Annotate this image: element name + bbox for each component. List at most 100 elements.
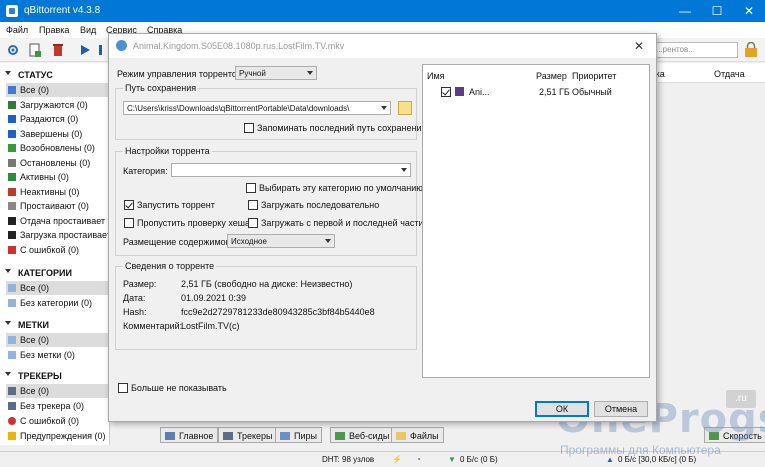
filter-icon bbox=[8, 202, 16, 210]
menu-edit[interactable]: Правка bbox=[39, 25, 69, 35]
status-item[interactable]: Активны (0) bbox=[6, 170, 108, 184]
add-file-icon[interactable] bbox=[28, 43, 42, 57]
minimize-button[interactable]: — bbox=[669, 0, 701, 22]
status-item[interactable]: Загружаются (0) bbox=[6, 98, 108, 112]
tab-peers[interactable]: Пиры bbox=[275, 427, 322, 443]
watermark-badge: .ru bbox=[726, 390, 756, 408]
folder-icon bbox=[8, 336, 16, 344]
file-priority[interactable]: Обычный bbox=[572, 87, 612, 97]
video-file-icon bbox=[455, 87, 464, 96]
dont-show-again-checkbox[interactable] bbox=[118, 383, 128, 393]
tab-trackers[interactable]: Трекеры bbox=[218, 427, 278, 443]
tab-webseeds[interactable]: Веб-сиды bbox=[330, 427, 395, 443]
torrent-search-input[interactable]: ...рентов... bbox=[652, 42, 738, 58]
tag-item-untagged[interactable]: Без метки (0) bbox=[6, 348, 108, 362]
status-item[interactable]: Отдача простаивает (0) bbox=[6, 214, 108, 228]
folder-icon bbox=[396, 432, 406, 440]
tab-files[interactable]: Файлы bbox=[391, 427, 444, 443]
pause-icon bbox=[8, 158, 16, 167]
chevron-down-icon bbox=[5, 71, 11, 75]
status-item-label: Остановлены (0) bbox=[20, 157, 91, 168]
file-list-panel: Имя Размер Приоритет Ani... 2,51 ГБ Обыч… bbox=[422, 64, 650, 378]
sidebar: СТАТУС Все (0) Загружаются (0) Раздаются (… bbox=[0, 63, 110, 445]
maximize-button[interactable]: ☐ bbox=[701, 0, 733, 22]
trackers-section-header[interactable]: ТРЕКЕРЫ bbox=[0, 369, 110, 383]
sequential-checkbox[interactable] bbox=[248, 200, 258, 210]
status-item[interactable]: Остановлены (0) bbox=[6, 156, 108, 170]
skip-hash-checkbox[interactable] bbox=[124, 218, 134, 228]
save-path-input[interactable]: C:\Users\kriss\Downloads\qBittorrentPort… bbox=[123, 101, 391, 115]
status-section-header[interactable]: СТАТУС bbox=[0, 68, 110, 82]
error-icon bbox=[8, 245, 16, 254]
resume-icon[interactable] bbox=[78, 43, 92, 57]
default-category-checkbox[interactable] bbox=[246, 183, 256, 193]
tracker-icon bbox=[223, 432, 233, 440]
connection-icon: ⚡ bbox=[392, 455, 402, 464]
info-hash-value: fcc9e2d2729781233de80943285c3bf84b5440e8 bbox=[181, 307, 375, 317]
torrent-info-title: Сведения о торренте bbox=[123, 261, 217, 271]
tracker-item-trackerless[interactable]: Без трекера (0) bbox=[6, 399, 108, 413]
file-size: 2,51 ГБ bbox=[539, 87, 570, 97]
status-item[interactable]: Неактивны (0) bbox=[6, 185, 108, 199]
column-upload[interactable]: Отдача bbox=[714, 69, 745, 79]
error-icon bbox=[8, 417, 16, 425]
status-item-label: Все (0) bbox=[20, 85, 50, 95]
dialog-close-button[interactable]: ✕ bbox=[629, 37, 649, 55]
tags-section-header[interactable]: МЕТКИ bbox=[0, 318, 110, 332]
column-priority[interactable]: Приоритет bbox=[572, 71, 616, 81]
category-label: Категория: bbox=[123, 166, 168, 176]
download-speed[interactable]: 0 Б/с (0 Б) bbox=[460, 455, 498, 464]
categories-section-header[interactable]: КАТЕГОРИИ bbox=[0, 266, 110, 280]
close-button[interactable]: ✕ bbox=[733, 0, 765, 22]
info-date-key: Дата: bbox=[123, 293, 146, 303]
cancel-button[interactable]: Отмена bbox=[594, 401, 648, 417]
menu-view[interactable]: Вид bbox=[80, 25, 96, 35]
remember-path-checkbox[interactable] bbox=[244, 123, 254, 133]
status-item[interactable]: Завершены (0) bbox=[6, 127, 108, 141]
dont-show-again-label: Больше не показывать bbox=[131, 383, 227, 393]
column-name[interactable]: Имя bbox=[427, 71, 445, 81]
status-item[interactable]: Загрузка простаивает (0) bbox=[6, 228, 108, 242]
status-item[interactable]: Все (0) bbox=[6, 83, 108, 97]
tab-general[interactable]: Главное bbox=[160, 427, 219, 443]
chevron-down-icon bbox=[307, 71, 313, 75]
dht-status: DHT: 98 узлов bbox=[322, 455, 375, 464]
qbittorrent-logo-icon bbox=[6, 5, 18, 17]
status-item-label: Активны (0) bbox=[20, 172, 69, 182]
info-icon bbox=[165, 432, 175, 440]
menu-file[interactable]: Файл bbox=[6, 25, 28, 35]
status-item[interactable]: Простаивают (0) bbox=[6, 199, 108, 213]
status-item[interactable]: С ошибкой (0) bbox=[6, 243, 108, 257]
tracker-item-all[interactable]: Все (0) bbox=[6, 384, 108, 398]
tracker-item-warning[interactable]: Предупреждения (0) bbox=[6, 429, 108, 443]
tracker-item-error[interactable]: С ошибкой (0) bbox=[6, 414, 108, 428]
filter-icon bbox=[8, 173, 16, 181]
browse-folder-button[interactable] bbox=[398, 101, 412, 115]
info-hash-key: Hash: bbox=[123, 307, 147, 317]
lock-icon[interactable] bbox=[744, 42, 758, 57]
status-item[interactable]: Раздаются (0) bbox=[6, 112, 108, 126]
tracker-icon bbox=[8, 402, 16, 410]
speed-limit-icon[interactable]: ◔ bbox=[416, 455, 421, 464]
first-last-checkbox[interactable] bbox=[248, 218, 258, 228]
column-size[interactable]: Размер bbox=[536, 71, 567, 81]
pause-icon[interactable] bbox=[98, 43, 106, 57]
status-item-label: Раздаются (0) bbox=[20, 114, 79, 124]
tag-item-all[interactable]: Все (0) bbox=[6, 333, 108, 347]
category-item-uncategorized[interactable]: Без категории (0) bbox=[6, 296, 108, 310]
start-torrent-checkbox[interactable] bbox=[124, 200, 134, 210]
status-item-label: Возобновлены (0) bbox=[20, 143, 95, 153]
file-checkbox[interactable] bbox=[441, 87, 451, 97]
mode-select[interactable]: Ручной bbox=[235, 66, 317, 80]
file-name: Ani... bbox=[469, 87, 490, 97]
ok-button[interactable]: ОК bbox=[535, 401, 589, 417]
settings-icon[interactable] bbox=[6, 43, 20, 57]
category-select[interactable] bbox=[171, 163, 411, 177]
status-item[interactable]: Возобновлены (0) bbox=[6, 141, 108, 155]
remember-path-label: Запоминать последний путь сохранения bbox=[257, 123, 427, 133]
layout-select[interactable]: Исходное bbox=[227, 234, 335, 248]
title-bar: qBittorrent v4.3.8 — ☐ ✕ bbox=[0, 0, 765, 22]
category-item-all[interactable]: Все (0) bbox=[6, 281, 108, 295]
delete-icon[interactable] bbox=[51, 43, 65, 57]
folder-icon bbox=[8, 284, 16, 292]
